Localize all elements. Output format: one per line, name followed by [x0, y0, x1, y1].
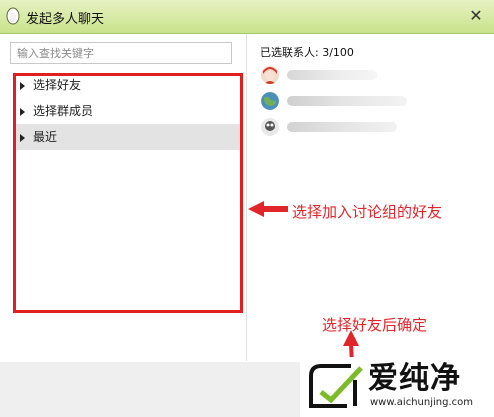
- contact-name-blurred: [287, 96, 407, 106]
- contact-avatar: [261, 66, 279, 84]
- selected-contacts-panel: 已选联系人: 3/100: [247, 34, 494, 361]
- expand-arrow-icon[interactable]: [20, 81, 25, 90]
- tree-item-recent[interactable]: 最近: [14, 124, 242, 150]
- contact-avatar: [261, 118, 279, 136]
- watermark-url: www.aichunjing.com: [370, 397, 473, 408]
- red-avatar-icon: [261, 66, 279, 84]
- tree-item-label: 选择群成员: [33, 104, 94, 118]
- tree-item-friends[interactable]: 选择好友: [14, 72, 242, 98]
- expand-arrow-icon[interactable]: [20, 133, 25, 142]
- gray-avatar-icon: [261, 118, 279, 136]
- search-input[interactable]: [10, 42, 232, 64]
- earth-avatar-icon: [261, 92, 279, 110]
- left-arrow-icon: [248, 201, 288, 217]
- confirm-callout: 选择好友后确定: [322, 316, 428, 334]
- watermark: 爱纯净 www.aichunjing.com: [300, 357, 494, 417]
- tree-item-group-members[interactable]: 选择群成员: [14, 98, 242, 124]
- selected-count-label: 已选联系人: 3/100: [260, 46, 354, 59]
- contact-name-blurred: [287, 70, 377, 80]
- qq-penguin-icon: [6, 7, 20, 25]
- contact-avatar: [261, 92, 279, 110]
- friend-picker-panel: 选择好友 选择群成员 最近: [0, 34, 247, 361]
- title-bar: 发起多人聊天 ✕: [0, 0, 494, 34]
- friends-callout: 选择加入讨论组的好友: [292, 203, 443, 221]
- close-icon: ✕: [469, 6, 483, 25]
- close-button[interactable]: ✕: [466, 6, 486, 26]
- contact-name-blurred: [287, 122, 397, 132]
- expand-arrow-icon[interactable]: [20, 107, 25, 116]
- tree-item-label: 选择好友: [33, 78, 82, 92]
- window-title: 发起多人聊天: [26, 12, 105, 27]
- watermark-brand: 爱纯净: [368, 361, 461, 396]
- brand-logo-icon: [309, 364, 363, 408]
- tree-item-label: 最近: [33, 130, 58, 144]
